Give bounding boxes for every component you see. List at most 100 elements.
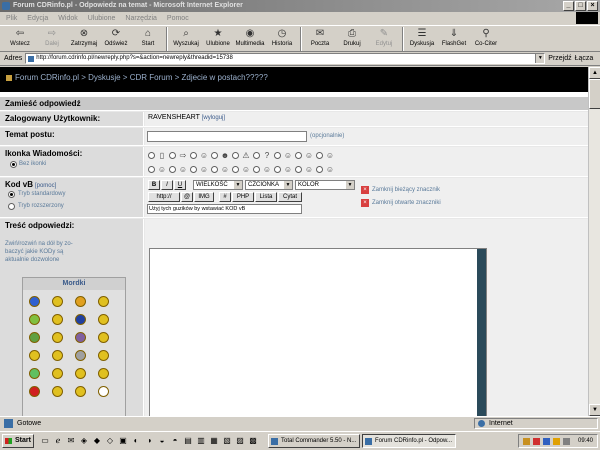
- email-button[interactable]: @: [181, 192, 193, 202]
- toolbar-button-6[interactable]: ★ Ulubione: [202, 26, 234, 52]
- menu-view[interactable]: Widok: [58, 15, 77, 22]
- post-icon-radio[interactable]: [169, 152, 176, 159]
- quicklaunch-outlook-icon[interactable]: ✉: [66, 436, 76, 446]
- post-icon-radio[interactable]: [274, 166, 281, 173]
- close-current-tag-link[interactable]: Zamknij bieżący znacznik: [372, 187, 440, 193]
- quicklaunch-app-icon[interactable]: ◒: [157, 436, 167, 446]
- toolbar-button-5[interactable]: ⌕ Wyszukaj: [170, 26, 202, 52]
- color-select[interactable]: KOLOR ▼: [295, 180, 355, 190]
- smiley-icon[interactable]: [29, 368, 40, 379]
- menu-file[interactable]: Plik: [6, 15, 17, 22]
- close-current-tag-icon[interactable]: ×: [361, 186, 369, 194]
- menu-help[interactable]: Pomoc: [167, 15, 189, 22]
- smiley-icon[interactable]: [52, 386, 63, 397]
- toolbar-button-11[interactable]: ✎ Edytuj: [368, 26, 400, 52]
- smiley-icon[interactable]: [98, 386, 109, 397]
- quote-button[interactable]: Cytat: [278, 192, 302, 202]
- menu-edit[interactable]: Edycja: [27, 15, 48, 22]
- task-total-commander[interactable]: Total Commander 5.50 - N...: [268, 434, 360, 448]
- toolbar-button-14[interactable]: ⚲ Co-Citer: [470, 26, 502, 52]
- post-icon-radio[interactable]: [253, 152, 260, 159]
- smiley-icon[interactable]: [98, 350, 109, 361]
- quicklaunch-app-icon[interactable]: ▤: [183, 436, 193, 446]
- quicklaunch-app-icon[interactable]: ◓: [170, 436, 180, 446]
- smiley-icon[interactable]: [29, 350, 40, 361]
- scroll-down-icon[interactable]: ▼: [589, 404, 600, 416]
- list-button[interactable]: Lista: [255, 192, 277, 202]
- post-icon-radio[interactable]: [232, 152, 239, 159]
- smiley-icon[interactable]: [75, 314, 86, 325]
- toolbar-button-13[interactable]: ⇓ FlashGet: [438, 26, 470, 52]
- smiley-icon[interactable]: [29, 386, 40, 397]
- close-all-tags-icon[interactable]: ×: [361, 199, 369, 207]
- post-icon-radio[interactable]: [316, 152, 323, 159]
- toolbar-button-8[interactable]: ◷ Historia: [266, 26, 298, 52]
- post-icon-radio[interactable]: [274, 152, 281, 159]
- quicklaunch-app-icon[interactable]: ▥: [196, 436, 206, 446]
- quicklaunch-ie-icon[interactable]: ℯ: [53, 436, 63, 446]
- post-icon-radio[interactable]: [211, 166, 218, 173]
- quicklaunch-app-icon[interactable]: ◆: [92, 436, 102, 446]
- task-forum-browser[interactable]: Forum CDRinfo.pl - Odpow...: [362, 434, 456, 448]
- mode-extended-radio[interactable]: [8, 203, 15, 210]
- mode-standard-radio[interactable]: [8, 191, 15, 198]
- close-all-tags-link[interactable]: Zamknij otwarte znaczniki: [372, 200, 441, 206]
- smiley-icon[interactable]: [75, 386, 86, 397]
- logout-link[interactable]: [wyloguj]: [202, 115, 225, 121]
- breadcrumb-text[interactable]: Forum CDRinfo.pl > Dyskusje > CDR Forum …: [15, 73, 268, 82]
- menu-tools[interactable]: Narzędzia: [125, 15, 157, 22]
- scroll-thumb[interactable]: [589, 79, 600, 109]
- toolbar-button-7[interactable]: ◉ Multimedia: [234, 26, 266, 52]
- post-icon-radio[interactable]: [169, 166, 176, 173]
- maximize-button[interactable]: □: [575, 1, 586, 11]
- links-button[interactable]: Łącza: [575, 55, 594, 62]
- img-button[interactable]: IMG: [194, 192, 214, 202]
- quicklaunch-app-icon[interactable]: ◇: [105, 436, 115, 446]
- smiley-icon[interactable]: [75, 350, 86, 361]
- topic-input[interactable]: [147, 131, 307, 142]
- toolbar-button-1[interactable]: ⇨ Dalej: [36, 26, 68, 52]
- start-button[interactable]: Start: [2, 434, 34, 448]
- message-textarea[interactable]: [149, 248, 487, 416]
- minimize-button[interactable]: _: [563, 1, 574, 11]
- toolbar-button-0[interactable]: ⇦ Wstecz: [4, 26, 36, 52]
- go-button[interactable]: Przejdź: [548, 55, 571, 62]
- font-select[interactable]: CZCIONKA ▼: [245, 180, 293, 190]
- no-icon-radio[interactable]: [10, 161, 17, 168]
- quicklaunch-app-icon[interactable]: ▣: [118, 436, 128, 446]
- tray-icon[interactable]: [523, 438, 530, 445]
- size-select[interactable]: WIELKOŚĆ ▼: [193, 180, 243, 190]
- smiley-icon[interactable]: [52, 368, 63, 379]
- address-input[interactable]: http://forum.cdrinfo.pl/newreply.php?s=&…: [25, 53, 546, 64]
- smiley-icon[interactable]: [98, 368, 109, 379]
- quicklaunch-desktop-icon[interactable]: ▭: [40, 436, 50, 446]
- smiley-icon[interactable]: [29, 332, 40, 343]
- smiley-icon[interactable]: [52, 350, 63, 361]
- smiley-icon[interactable]: [29, 314, 40, 325]
- quicklaunch-app-icon[interactable]: ▦: [209, 436, 219, 446]
- volume-icon[interactable]: [563, 438, 570, 445]
- quicklaunch-app-icon[interactable]: ◑: [144, 436, 154, 446]
- smiley-icon[interactable]: [75, 332, 86, 343]
- page-scrollbar[interactable]: ▲ ▼: [588, 67, 600, 416]
- tray-icon[interactable]: [553, 438, 560, 445]
- post-icon-radio[interactable]: [190, 152, 197, 159]
- toolbar-button-9[interactable]: ✉ Poczta: [304, 26, 336, 52]
- post-icon-radio[interactable]: [295, 166, 302, 173]
- smiley-icon[interactable]: [75, 296, 86, 307]
- menu-favorites[interactable]: Ulubione: [88, 15, 116, 22]
- quicklaunch-app-icon[interactable]: ◈: [79, 436, 89, 446]
- quicklaunch-app-icon[interactable]: ▨: [235, 436, 245, 446]
- post-icon-radio[interactable]: [211, 152, 218, 159]
- underline-button[interactable]: U: [174, 180, 186, 190]
- quicklaunch-app-icon[interactable]: ▧: [222, 436, 232, 446]
- post-icon-radio[interactable]: [190, 166, 197, 173]
- toolbar-button-3[interactable]: ⟳ Odśwież: [100, 26, 132, 52]
- tray-icon[interactable]: [533, 438, 540, 445]
- post-icon-radio[interactable]: [253, 166, 260, 173]
- help-link[interactable]: [pomoc]: [35, 183, 56, 189]
- smiley-icon[interactable]: [98, 332, 109, 343]
- tray-icon[interactable]: [543, 438, 550, 445]
- italic-button[interactable]: I: [161, 180, 173, 190]
- toolbar-button-10[interactable]: ⎙ Drukuj: [336, 26, 368, 52]
